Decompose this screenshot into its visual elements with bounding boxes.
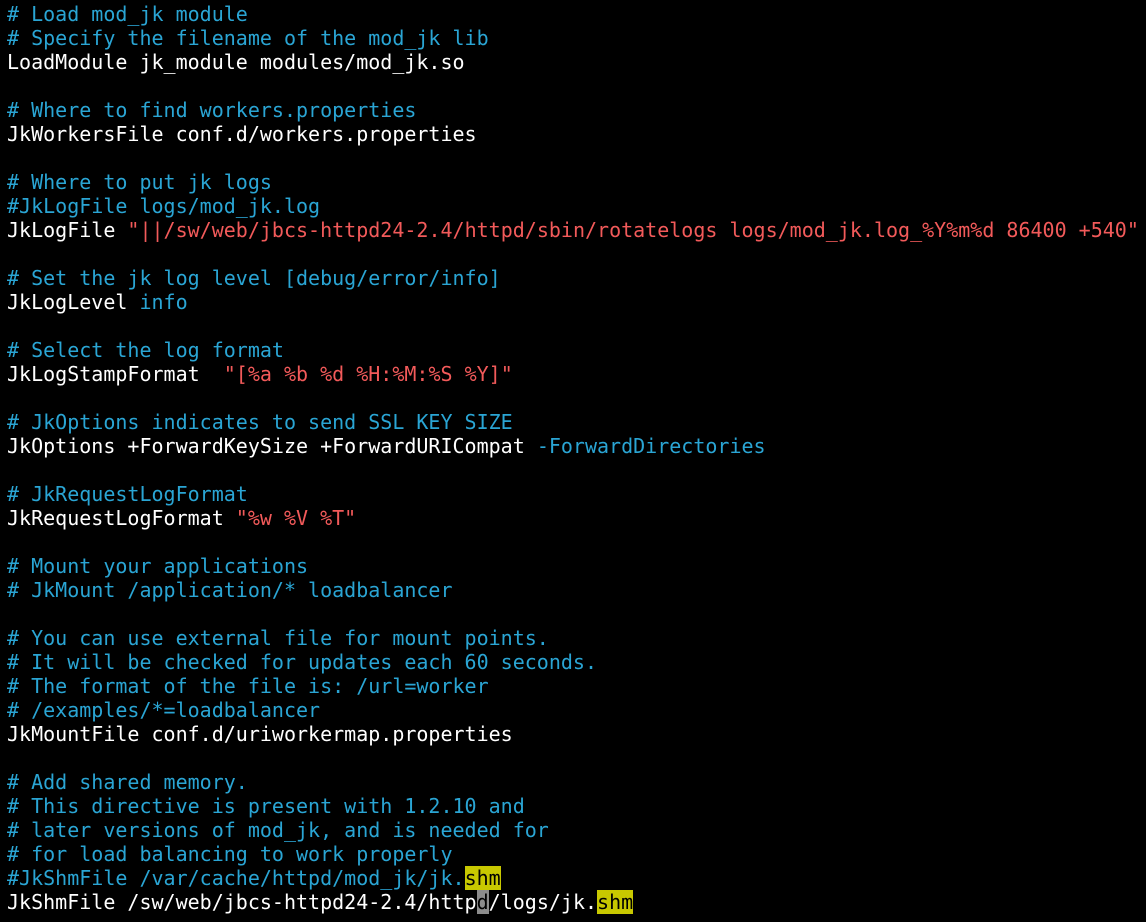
comment-text: # Select the log format bbox=[7, 338, 284, 362]
comment-text: # Load mod_jk module bbox=[7, 2, 248, 26]
string-literal: "[%a %b %d %H:%M:%S %Y]" bbox=[223, 362, 513, 386]
directive-text: /logs/jk. bbox=[488, 890, 598, 914]
code-line: # JkOptions indicates to send SSL KEY SI… bbox=[7, 410, 1146, 434]
comment-text: # Add shared memory. bbox=[7, 770, 248, 794]
code-line: JkLogLevel info bbox=[7, 290, 1146, 314]
search-match-highlight: shm bbox=[464, 866, 501, 890]
code-line: # JkRequestLogFormat bbox=[7, 482, 1146, 506]
string-literal: "%w %V %T" bbox=[235, 506, 357, 530]
code-line: # Where to put jk logs bbox=[7, 170, 1146, 194]
code-line: # Where to find workers.properties bbox=[7, 98, 1146, 122]
code-line: # Load mod_jk module bbox=[7, 2, 1146, 26]
comment-text: # Where to put jk logs bbox=[7, 170, 272, 194]
directive-text: JkOptions +ForwardKeySize +ForwardURICom… bbox=[7, 434, 537, 458]
comment-text: # for load balancing to work properly bbox=[7, 842, 453, 866]
code-line: JkLogStampFormat "[%a %b %d %H:%M:%S %Y]… bbox=[7, 362, 1146, 386]
code-line: # /examples/*=loadbalancer bbox=[7, 698, 1146, 722]
code-line: #JkLogFile logs/mod_jk.log bbox=[7, 194, 1146, 218]
code-line: JkMountFile conf.d/uriworkermap.properti… bbox=[7, 722, 1146, 746]
directive-text: JkLogStampFormat bbox=[7, 362, 224, 386]
code-line: # Select the log format bbox=[7, 338, 1146, 362]
comment-text: # JkOptions indicates to send SSL KEY SI… bbox=[7, 410, 513, 434]
code-line: # for load balancing to work properly bbox=[7, 842, 1146, 866]
code-line: # It will be checked for updates each 60… bbox=[7, 650, 1146, 674]
comment-text: # JkMount /application/* loadbalancer bbox=[7, 578, 453, 602]
code-line: # This directive is present with 1.2.10 … bbox=[7, 794, 1146, 818]
comment-text: # JkRequestLogFormat bbox=[7, 482, 248, 506]
comment-text: # You can use external file for mount po… bbox=[7, 626, 549, 650]
comment-text: # It will be checked for updates each 60… bbox=[7, 650, 598, 674]
code-line: # The format of the file is: /url=worker bbox=[7, 674, 1146, 698]
code-line: # Set the jk log level [debug/error/info… bbox=[7, 266, 1146, 290]
code-line: # Add shared memory. bbox=[7, 770, 1146, 794]
comment-text: # Where to find workers.properties bbox=[7, 98, 417, 122]
terminal-editor[interactable]: # Load mod_jk module # Specify the filena… bbox=[0, 0, 1146, 922]
directive-text: JkLogFile bbox=[7, 218, 128, 242]
comment-text: # Specify the filename of the mod_jk lib bbox=[7, 26, 489, 50]
code-line: # You can use external file for mount po… bbox=[7, 626, 1146, 650]
code-line: JkOptions +ForwardKeySize +ForwardURICom… bbox=[7, 434, 1146, 458]
code-line: # Mount your applications bbox=[7, 554, 1146, 578]
comment-text: # This directive is present with 1.2.10 … bbox=[7, 794, 525, 818]
keyword-text: info bbox=[139, 290, 188, 314]
search-match-highlight: shm bbox=[597, 890, 634, 914]
code-line: #JkShmFile /var/cache/httpd/mod_jk/jk.sh… bbox=[7, 866, 1146, 890]
directive-text: JkShmFile /sw/web/jbcs-httpd24-2.4/http bbox=[7, 890, 477, 914]
string-literal: "||/sw/web/jbcs-httpd24-2.4/httpd/sbin/r… bbox=[127, 218, 1139, 242]
comment-text: # Mount your applications bbox=[7, 554, 309, 578]
comment-text: #JkLogFile logs/mod_jk.log bbox=[7, 194, 321, 218]
comment-text: # /examples/*=loadbalancer bbox=[7, 698, 321, 722]
directive-text: JkMountFile conf.d/uriworkermap.properti… bbox=[7, 722, 513, 746]
code-line: JkWorkersFile conf.d/workers.properties bbox=[7, 122, 1146, 146]
directive-text: JkWorkersFile conf.d/workers.properties bbox=[7, 122, 477, 146]
comment-text: # later versions of mod_jk, and is neede… bbox=[7, 818, 549, 842]
code-line: JkShmFile /sw/web/jbcs-httpd24-2.4/httpd… bbox=[7, 890, 1146, 914]
keyword-text: -ForwardDirectories bbox=[536, 434, 766, 458]
code-line: # later versions of mod_jk, and is neede… bbox=[7, 818, 1146, 842]
directive-text: LoadModule jk_module modules/mod_jk.so bbox=[7, 50, 465, 74]
code-line: JkRequestLogFormat "%w %V %T" bbox=[7, 506, 1146, 530]
code-line: # Specify the filename of the mod_jk lib bbox=[7, 26, 1146, 50]
comment-text: # Set the jk log level [debug/error/info… bbox=[7, 266, 501, 290]
code-line: LoadModule jk_module modules/mod_jk.so bbox=[7, 50, 1146, 74]
directive-text: JkLogLevel bbox=[7, 290, 140, 314]
comment-text: # The format of the file is: /url=worker bbox=[7, 674, 489, 698]
code-line: JkLogFile "||/sw/web/jbcs-httpd24-2.4/ht… bbox=[7, 218, 1146, 242]
comment-text: #JkShmFile /var/cache/httpd/mod_jk/jk. bbox=[7, 866, 465, 890]
directive-text: JkRequestLogFormat bbox=[7, 506, 236, 530]
code-line: # JkMount /application/* loadbalancer bbox=[7, 578, 1146, 602]
text-cursor: d bbox=[476, 890, 489, 914]
